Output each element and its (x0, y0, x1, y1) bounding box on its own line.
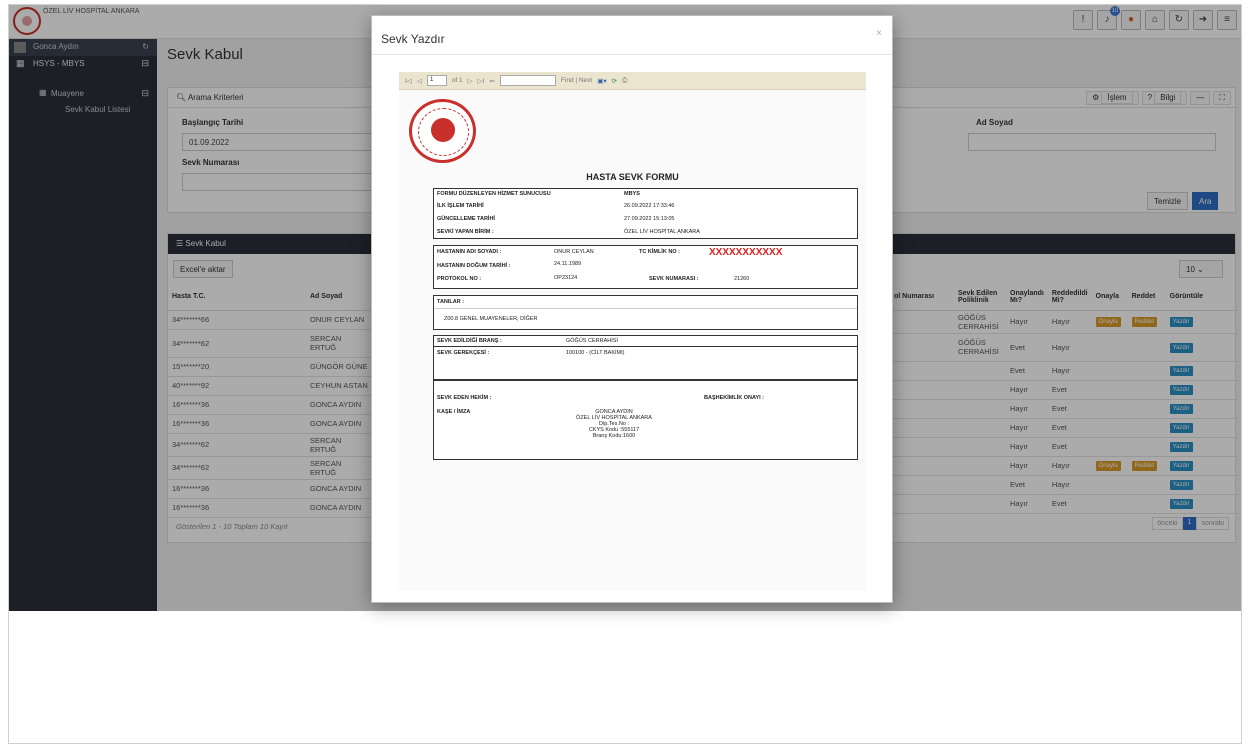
form-label: KAŞE / İMZA (437, 409, 471, 415)
report-viewer: I◁ ◁ 1 of 1 ▷ ▷I ⇐ Find | Next ▣▾ ⟳ ⎙ HA… (399, 72, 866, 590)
back-icon[interactable]: ⇐ (489, 77, 494, 85)
doctor-brans: Branş Kodu:1600 (592, 433, 636, 439)
form-label: FORMU DÜZENLEYEN HİZMET SUNUCUSU (437, 191, 551, 197)
form-section-brans: SEVK EDİLDİĞİ BRANŞ : GÖĞÜS CERRAHİSİ SEV… (433, 335, 858, 380)
divider (372, 54, 892, 55)
form-label: İLK İŞLEM TARİHİ (437, 203, 484, 209)
form-value: ONUR CEYLAN (554, 249, 594, 255)
form-section-patient: HASTANIN ADI SOYADI : ONUR CEYLAN TC KİML… (433, 245, 858, 289)
form-label: TANILAR : (437, 299, 465, 305)
form-section-header: FORMU DÜZENLEYEN HİZMET SUNUCUSU MBYS İLK… (433, 188, 858, 239)
form-value: 24.11.1989 (554, 261, 582, 267)
form-value: Z00.8 GENEL MUAYENELER, DİĞER (444, 316, 538, 322)
form-value: 100100 - (CİLT BAKIMI) (566, 350, 625, 356)
form-label: GÜNCELLEME TARİHİ (437, 216, 495, 222)
print-icon[interactable]: ⎙ (622, 77, 627, 85)
page-input[interactable]: 1 (426, 75, 447, 86)
export-icon[interactable]: ▣▾ (597, 77, 606, 85)
form-section-signature: SEVK EDEN HEKİM : BAŞHEKİMLİK ONAYI : KA… (433, 380, 858, 460)
form-value: 21260 (734, 276, 750, 282)
refresh-icon[interactable]: ⟳ (612, 77, 617, 85)
next-page-icon[interactable]: ▷ (468, 77, 473, 85)
ministry-seal-icon (409, 99, 476, 163)
last-page-icon[interactable]: ▷I (478, 77, 485, 85)
form-label: SEVK EDİLDİĞİ BRANŞ : (437, 338, 502, 344)
form-label: HASTANIN DOĞUM TARİHİ : (437, 263, 511, 269)
form-label: SEVKİ YAPAN BİRİM : (437, 229, 494, 235)
find-input[interactable] (499, 75, 556, 86)
form-value: OP23124 (554, 275, 578, 281)
form-label: SEVK NUMARASI : (649, 276, 699, 282)
form-section-tanilar: TANILAR : Z00.8 GENEL MUAYENELER, DİĞER (433, 295, 858, 330)
close-icon[interactable]: × (876, 28, 882, 39)
form-label: SEVK GEREKÇESİ : (437, 350, 490, 356)
form-value: ÖZEL LİV HOSPİTAL ANKARA (624, 229, 700, 235)
form-label: BAŞHEKİMLİK ONAYI : (704, 395, 764, 401)
form-title: HASTA SEVK FORMU (586, 172, 679, 182)
tc-value: XXXXXXXXXXX (709, 247, 783, 258)
page-of: of 1 (451, 77, 463, 84)
report-toolbar: I◁ ◁ 1 of 1 ▷ ▷I ⇐ Find | Next ▣▾ ⟳ ⎙ (399, 72, 866, 90)
form-label: HASTANIN ADI SOYADI : (437, 249, 502, 255)
form-label: PROTOKOL NO : (437, 276, 482, 282)
find-next-link[interactable]: Find | Next (561, 77, 592, 84)
modal-title: Sevk Yazdır (381, 32, 445, 46)
form-value: 26.09.2022 17:33:46 (624, 203, 675, 209)
form-value: GÖĞÜS CERRAHİSİ (566, 338, 618, 344)
prev-page-icon[interactable]: ◁ (417, 77, 422, 85)
app-window: ÖZEL LİV HOSPİTAL ANKARA ! ♪ 10 ● ⌂ ↻ ➜ ≡… (8, 4, 1242, 744)
sevk-yazdir-modal: Sevk Yazdır × I◁ ◁ 1 of 1 ▷ ▷I ⇐ Find | … (371, 15, 893, 603)
doctor-stamp: GONCA AYDIN ÖZEL LİV HOSPİTAL ANKARA Dip… (564, 409, 664, 439)
form-value: 27.09.2022 15:13:05 (624, 216, 675, 222)
first-page-icon[interactable]: I◁ (405, 77, 412, 85)
form-label: SEVK EDEN HEKİM : (437, 395, 492, 401)
form-label: TC KİMLİK NO : (639, 249, 680, 255)
form-value: MBYS (624, 191, 640, 197)
